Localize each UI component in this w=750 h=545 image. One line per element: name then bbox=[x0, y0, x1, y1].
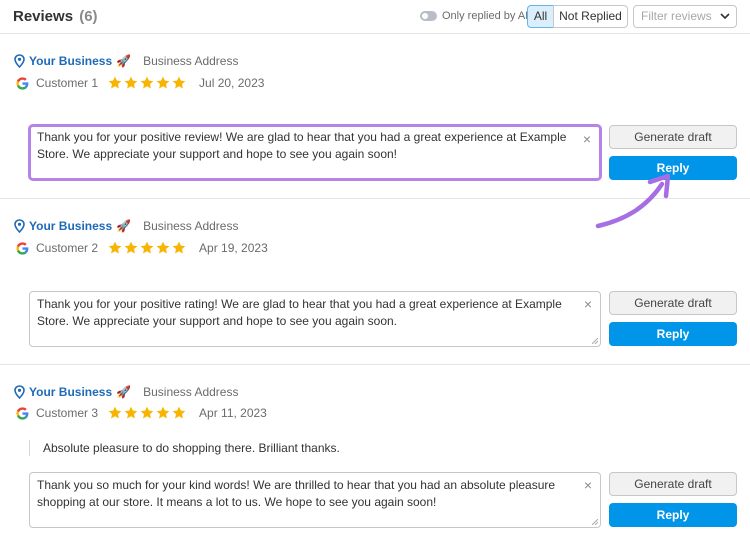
reply-button[interactable]: Reply bbox=[609, 322, 737, 346]
customer-name: Customer 3 bbox=[36, 406, 99, 420]
clear-icon[interactable]: × bbox=[584, 478, 592, 492]
star-rating bbox=[108, 76, 188, 90]
star-rating bbox=[108, 241, 188, 255]
review-date: Apr 19, 2023 bbox=[199, 241, 268, 255]
google-logo-icon bbox=[16, 406, 29, 420]
star-icon bbox=[172, 241, 186, 254]
business-row: Your Business 🚀 Business Address bbox=[14, 218, 238, 234]
star-icon bbox=[172, 76, 186, 89]
star-icon bbox=[140, 241, 154, 254]
only-ai-toggle-label: Only replied by AI bbox=[442, 10, 529, 22]
star-icon bbox=[156, 76, 170, 89]
generate-draft-button[interactable]: Generate draft bbox=[609, 472, 737, 496]
location-pin-icon bbox=[14, 385, 25, 399]
rocket-icon: 🚀 bbox=[116, 385, 132, 399]
reply-text: Thank you so much for your kind words! W… bbox=[37, 478, 556, 509]
star-icon bbox=[108, 241, 122, 254]
reply-text: Thank you for your positive rating! We a… bbox=[37, 297, 562, 328]
star-icon bbox=[108, 76, 122, 89]
business-address: Business Address bbox=[143, 219, 239, 233]
location-pin-icon bbox=[14, 219, 25, 233]
customer-name: Customer 2 bbox=[36, 241, 99, 255]
pointer-arrow-icon bbox=[595, 173, 671, 229]
location-pin-icon bbox=[14, 54, 25, 68]
review-comment: Absolute pleasure to do shopping there. … bbox=[29, 440, 589, 456]
filter-all-button[interactable]: All bbox=[527, 5, 554, 28]
business-address: Business Address bbox=[143, 54, 239, 68]
review-count: (6) bbox=[79, 8, 98, 25]
rocket-icon: 🚀 bbox=[116, 54, 132, 68]
star-icon bbox=[140, 406, 154, 419]
business-row: Your Business 🚀 Business Address bbox=[14, 384, 238, 400]
star-icon bbox=[124, 406, 138, 419]
customer-name: Customer 1 bbox=[36, 76, 99, 90]
reply-textarea[interactable]: Thank you so much for your kind words! W… bbox=[29, 472, 601, 528]
star-icon bbox=[124, 76, 138, 89]
star-icon bbox=[172, 406, 186, 419]
clear-icon[interactable]: × bbox=[584, 297, 592, 311]
filter-reviews-placeholder: Filter reviews bbox=[641, 9, 712, 23]
resize-grip-icon[interactable] bbox=[592, 519, 598, 525]
star-icon bbox=[156, 406, 170, 419]
only-ai-toggle[interactable] bbox=[420, 11, 437, 21]
generate-draft-button[interactable]: Generate draft bbox=[609, 291, 737, 315]
star-icon bbox=[140, 76, 154, 89]
review-date: Apr 11, 2023 bbox=[199, 406, 267, 420]
filter-not-replied-button[interactable]: Not Replied bbox=[553, 5, 628, 28]
star-icon bbox=[108, 406, 122, 419]
star-rating bbox=[108, 406, 188, 420]
reply-textarea[interactable]: Thank you for your positive review! We a… bbox=[28, 124, 602, 181]
review-date: Jul 20, 2023 bbox=[199, 76, 265, 90]
star-icon bbox=[124, 241, 138, 254]
reply-button[interactable]: Reply bbox=[609, 503, 737, 527]
reply-textarea[interactable]: Thank you for your positive rating! We a… bbox=[29, 291, 601, 347]
resize-grip-icon[interactable] bbox=[592, 338, 598, 344]
customer-row: Customer 2 Apr 19, 2023 bbox=[16, 240, 268, 256]
page-title-text: Reviews bbox=[13, 8, 74, 25]
business-name[interactable]: Your Business bbox=[29, 385, 112, 399]
customer-row: Customer 3 Apr 11, 2023 bbox=[16, 405, 267, 421]
business-row: Your Business 🚀 Business Address bbox=[14, 53, 238, 69]
business-address: Business Address bbox=[143, 385, 239, 399]
customer-row: Customer 1 Jul 20, 2023 bbox=[16, 75, 264, 91]
reviews-header: Reviews (6) Only replied by AI All Not R… bbox=[0, 0, 750, 34]
clear-icon[interactable]: × bbox=[583, 132, 591, 146]
rocket-icon: 🚀 bbox=[116, 219, 132, 233]
divider bbox=[0, 364, 750, 365]
generate-draft-button[interactable]: Generate draft bbox=[609, 125, 737, 149]
business-name[interactable]: Your Business bbox=[29, 219, 112, 233]
chevron-down-icon bbox=[720, 13, 730, 20]
filter-reviews-select[interactable]: Filter reviews bbox=[633, 5, 737, 28]
page-title: Reviews (6) bbox=[13, 8, 98, 25]
reply-text: Thank you for your positive review! We a… bbox=[37, 130, 567, 161]
google-logo-icon bbox=[16, 76, 29, 90]
business-name[interactable]: Your Business bbox=[29, 54, 112, 68]
google-logo-icon bbox=[16, 241, 29, 255]
star-icon bbox=[156, 241, 170, 254]
